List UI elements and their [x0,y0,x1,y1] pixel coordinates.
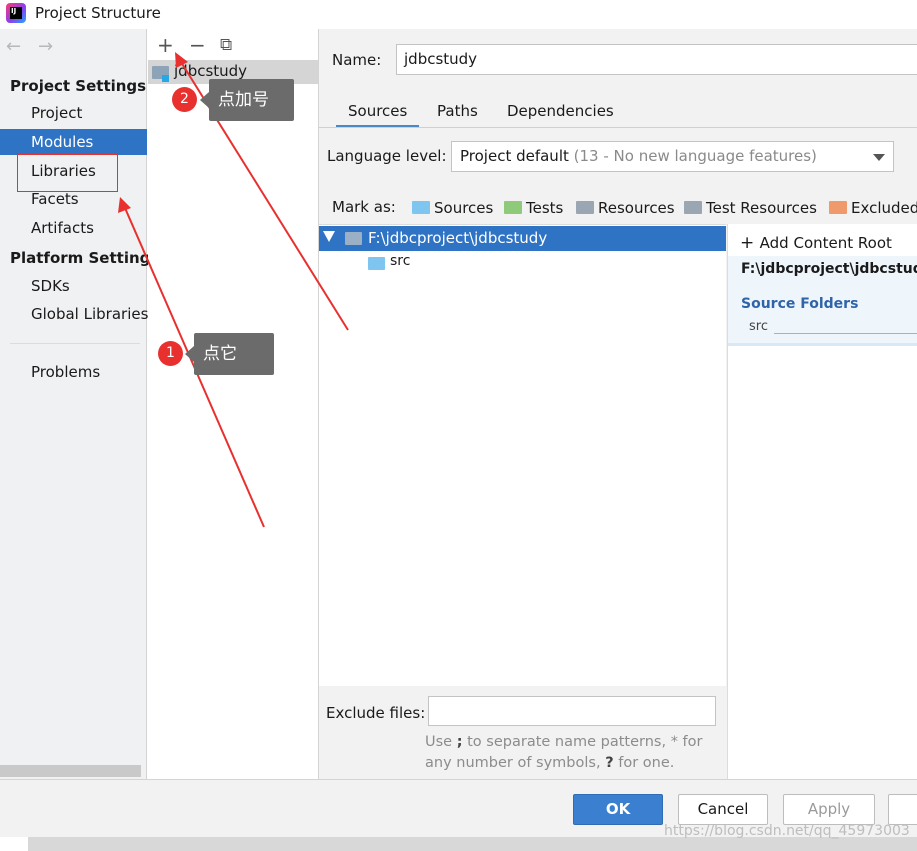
tab-sources[interactable]: Sources [335,102,420,128]
step-1-callout: 点它 [185,333,274,375]
add-content-root-label: Add Content Root [759,234,892,252]
sidebar-item-modules[interactable]: Modules [0,129,147,155]
module-name: jdbcstudy [174,62,248,80]
plus-icon: + [740,233,760,253]
mark-excluded-label: Excluded [851,199,917,217]
sidebar-item-project[interactable]: Project [0,100,147,126]
add-icon[interactable]: + [157,33,174,57]
modules-panel: + − ⧉ jdbcstudy [148,29,319,779]
settings-sidebar: ← → Project Settings Project Modules Lib… [0,29,159,779]
module-name-input[interactable]: jdbcstudy [396,44,917,75]
sidebar-item-sdks[interactable]: SDKs [0,273,147,299]
src-folder-icon [368,257,385,270]
mark-excluded-button[interactable]: Excluded [829,199,917,217]
watermark: https://blog.csdn.net/qq_45973003 [664,823,910,839]
name-label: Name: [332,51,382,69]
window-bottom-strip [28,837,917,851]
tree-src-row[interactable]: src [368,253,410,274]
step-2-badge: 2 [172,87,197,112]
mark-test-resources-button[interactable]: Test Resources [684,199,817,217]
content-roots-panel: + Add Content Root F:\jdbcproject\jdbcst… [727,224,917,779]
expand-triangle-icon[interactable] [323,231,335,242]
sources-folder-icon [412,201,430,214]
content-root-entry: F:\jdbcproject\jdbcstudy Source Folders … [728,256,917,346]
section-project-settings: Project Settings [10,77,147,95]
language-level-label: Language level: [327,147,447,165]
mark-resources-label: Resources [598,199,675,217]
tree-root-row[interactable]: F:\jdbcproject\jdbcstudy [319,226,726,251]
window-title: Project Structure [35,4,161,22]
source-tree: F:\jdbcproject\jdbcstudy src [319,224,726,686]
apply-button[interactable]: Apply [783,794,875,825]
add-content-root-button[interactable]: + Add Content Root [740,233,892,253]
sidebar-scrollbar[interactable] [0,765,141,777]
back-arrow-icon[interactable]: ← [6,36,21,57]
sidebar-divider [10,343,140,344]
tree-src-label: src [390,253,411,269]
remove-icon[interactable]: − [189,33,206,57]
exclude-files-input[interactable] [428,696,716,726]
step-1-badge: 1 [158,341,183,366]
section-platform-settings: Platform Settings [10,249,160,267]
sidebar-item-artifacts[interactable]: Artifacts [0,215,147,241]
cancel-button[interactable]: Cancel [678,794,768,825]
exclude-files-label: Exclude files: [326,704,426,722]
copy-icon[interactable]: ⧉ [220,35,232,55]
exclude-files-hint: Use ; to separate name patterns, * for a… [425,732,715,774]
help-button[interactable] [888,794,917,825]
mark-as-label: Mark as: [332,198,396,216]
tree-root-path: F:\jdbcproject\jdbcstudy [368,229,548,247]
tab-paths[interactable]: Paths [437,102,478,120]
test-resources-folder-icon [684,201,702,214]
language-level-select[interactable]: Project default (13 - No new language fe… [451,141,894,172]
mark-test-resources-label: Test Resources [706,199,817,217]
source-folders-heading: Source Folders [741,296,859,312]
hint-part-1: Use [425,734,453,750]
mark-tests-label: Tests [526,199,564,217]
libraries-highlight-box [17,154,118,192]
excluded-folder-icon [829,201,847,214]
sidebar-item-global-libraries[interactable]: Global Libraries [0,301,148,327]
mark-sources-button[interactable]: Sources [412,199,493,217]
content-root-path: F:\jdbcproject\jdbcstudy [741,261,917,277]
title-bar: IJ Project Structure [0,0,917,29]
dropdown-caret-icon [873,154,885,161]
root-folder-icon [345,232,362,245]
ok-button[interactable]: OK [573,794,663,825]
module-detail-panel: Name: jdbcstudy Sources Paths Dependenci… [319,29,917,779]
language-level-value: Project default [460,147,569,165]
hint-part-3: for one. [618,755,675,771]
language-level-hint: (13 - No new language features) [573,147,817,165]
resources-folder-icon [576,201,594,214]
mark-tests-button[interactable]: Tests [504,199,563,217]
source-folder-item[interactable]: src [749,319,768,334]
mark-sources-label: Sources [434,199,494,217]
tab-dependencies[interactable]: Dependencies [507,102,614,120]
sidebar-item-problems[interactable]: Problems [0,359,147,385]
hint-semicolon: ; [456,734,463,750]
tabs-divider [319,127,917,128]
mark-resources-button[interactable]: Resources [576,199,675,217]
module-badge-icon [162,75,169,82]
forward-arrow-icon[interactable]: → [38,36,53,57]
source-folder-underline [774,333,917,334]
hint-question-mark: ? [605,755,614,771]
step-2-callout: 点加号 [200,79,294,121]
intellij-app-icon: IJ [6,3,26,23]
tests-folder-icon [504,201,522,214]
